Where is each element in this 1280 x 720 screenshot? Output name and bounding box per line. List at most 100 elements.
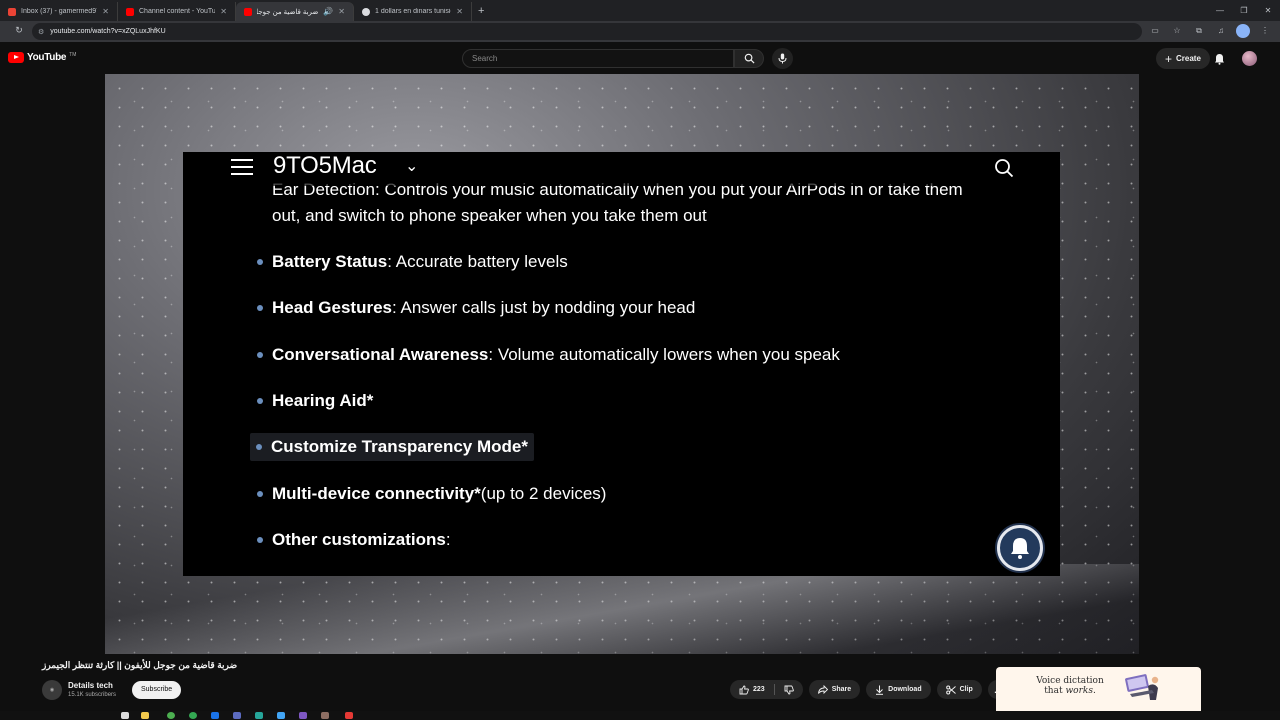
profile-icon[interactable]: [1236, 24, 1250, 38]
notification-bell-overlay: [997, 525, 1043, 571]
browser-tab-youtube-studio[interactable]: Channel content - YouTube Stu ✕: [118, 2, 236, 21]
tab-label: 1 dollars en dinars tunisien - Re: [375, 8, 451, 15]
bell-icon: [1214, 54, 1224, 65]
ad-line-2-prefix: that: [1044, 686, 1066, 696]
feature-name: Multi-device connectivity*: [272, 484, 481, 503]
new-tab-button[interactable]: +: [472, 2, 490, 21]
youtube-favicon-icon: [126, 7, 134, 16]
maximize-icon[interactable]: ❐: [1232, 0, 1256, 21]
ad-headline: Voice dictation that works.: [1030, 676, 1110, 696]
bullet-dot: [256, 444, 262, 450]
like-count: 223: [753, 686, 765, 693]
app-icon[interactable]: [233, 712, 241, 719]
reload-icon[interactable]: ↻: [10, 25, 28, 36]
extensions-icon[interactable]: ⧉: [1192, 24, 1206, 38]
search-icon: [744, 53, 755, 64]
start-icon[interactable]: [121, 712, 129, 719]
app-icon[interactable]: [299, 712, 307, 719]
like-button[interactable]: 223: [730, 680, 774, 699]
bullet-dot: [257, 352, 263, 358]
youtube-header: YouTube TM Search + Create: [0, 42, 1280, 74]
tab-close-icon[interactable]: ✕: [338, 7, 345, 16]
tab-close-icon[interactable]: ✕: [456, 7, 463, 16]
channel-name[interactable]: Details tech: [68, 681, 113, 690]
youtube-wordmark: YouTube: [27, 52, 67, 63]
search-button[interactable]: [734, 49, 764, 68]
app-icon[interactable]: [189, 712, 197, 719]
thumbs-down-icon: [784, 685, 794, 694]
clip-button[interactable]: Clip: [936, 680, 982, 699]
window-controls: — ❐ ✕: [1208, 0, 1280, 21]
chrome-icon[interactable]: [167, 712, 175, 719]
bullet-dot: [257, 305, 263, 311]
share-button[interactable]: Share: [808, 680, 861, 699]
tab-close-icon[interactable]: ✕: [220, 7, 227, 16]
feature-name: Other customizations: [272, 530, 446, 549]
dislike-button[interactable]: [775, 680, 803, 699]
site-info-icon[interactable]: ⚙: [38, 28, 44, 36]
feature-name: Customize Transparency Mode*: [271, 437, 528, 456]
like-dislike-group: 223: [730, 680, 803, 699]
account-avatar[interactable]: [1242, 51, 1257, 66]
cast-icon[interactable]: ▭: [1148, 24, 1162, 38]
feature-desc: : Answer calls just by nodding your head: [392, 298, 696, 317]
plus-icon: +: [1165, 51, 1173, 66]
video-player[interactable]: Ear Detection: Controls your music autom…: [105, 74, 1139, 654]
browser-tab-currency[interactable]: 1 dollars en dinars tunisien - Re ✕: [354, 2, 472, 21]
hamburger-menu-icon: [231, 158, 253, 176]
search-input[interactable]: Search: [462, 49, 734, 68]
channel-avatar[interactable]: ◉: [42, 680, 62, 700]
address-bar[interactable]: ⚙ youtube.com/watch?v=xZQLuxJhfKU: [32, 23, 1142, 40]
bullet-dot: [257, 259, 263, 265]
voice-search-button[interactable]: [772, 48, 793, 69]
browser-toolbar: ↻ ⚙ youtube.com/watch?v=xZQLuxJhfKU ▭ ☆ …: [0, 21, 1280, 42]
folder-icon[interactable]: [141, 712, 149, 719]
download-button[interactable]: Download: [866, 680, 931, 699]
url-text: youtube.com/watch?v=xZQLuxJhfKU: [50, 28, 166, 35]
feature-desc: (up to 2 devices): [480, 484, 607, 503]
feature-bullet: Other customizations:: [257, 530, 451, 550]
share-label: Share: [831, 686, 852, 693]
subscriber-count: 15.1K subscribers: [68, 692, 117, 698]
create-label: Create: [1176, 54, 1201, 63]
tab-label: Inbox (37) - gamermed97@gm: [21, 8, 97, 15]
media-icon[interactable]: ♫: [1214, 24, 1228, 38]
app-icon[interactable]: [255, 712, 263, 719]
bookmark-star-icon[interactable]: ☆: [1170, 24, 1184, 38]
site-header: 9TO5Mac ⌄: [183, 152, 1060, 186]
laptop-illustration-icon: [1125, 674, 1159, 700]
menu-kebab-icon[interactable]: ⋮: [1258, 24, 1272, 38]
google-favicon-icon: [362, 7, 370, 16]
feature-bullet: Conversational Awareness: Volume automat…: [257, 345, 840, 365]
browser-tab-gmail[interactable]: Inbox (37) - gamermed97@gm ✕: [0, 2, 118, 21]
gmail-favicon-icon: [8, 7, 16, 16]
tab-close-icon[interactable]: ✕: [102, 7, 109, 16]
video-actions: 223 Share Download Clip …: [730, 680, 1009, 699]
feature-desc: :: [445, 530, 451, 549]
chevron-down-icon: ⌄: [405, 158, 419, 175]
subscribe-button[interactable]: Subscribe: [132, 681, 182, 699]
ad-line-2-emphasis: works.: [1065, 686, 1096, 696]
youtube-play-icon: [8, 52, 24, 63]
microphone-icon: [778, 53, 787, 64]
create-button[interactable]: + Create: [1156, 48, 1210, 69]
thumbs-up-icon: [739, 685, 749, 694]
youtube-favicon-icon: [244, 7, 252, 16]
youtube-logo[interactable]: YouTube TM: [8, 52, 76, 63]
trademark: TM: [69, 52, 77, 58]
browser-tabstrip: Inbox (37) - gamermed97@gm ✕ Channel con…: [0, 0, 1280, 21]
minimize-icon[interactable]: —: [1208, 0, 1232, 21]
tab-label: Channel content - YouTube Stu: [139, 8, 216, 15]
clip-label: Clip: [959, 686, 973, 693]
bullet-dot: [257, 491, 263, 497]
app-icon[interactable]: [321, 712, 329, 719]
app-icon[interactable]: [277, 712, 285, 719]
feature-name: Hearing Aid*: [272, 391, 374, 410]
speaker-icon[interactable]: 🔊: [323, 7, 333, 16]
close-window-icon[interactable]: ✕: [1256, 0, 1280, 21]
app-icon[interactable]: [211, 712, 219, 719]
browser-tab-active-video[interactable]: ضربة قاضية من جوجل للأيفو 🔊 ✕: [236, 2, 354, 21]
app-icon[interactable]: [345, 712, 353, 719]
notifications-button[interactable]: [1210, 50, 1228, 68]
video-title: ضربة قاضية من جوجل للأيفون || كارثة تنتظ…: [42, 660, 238, 670]
